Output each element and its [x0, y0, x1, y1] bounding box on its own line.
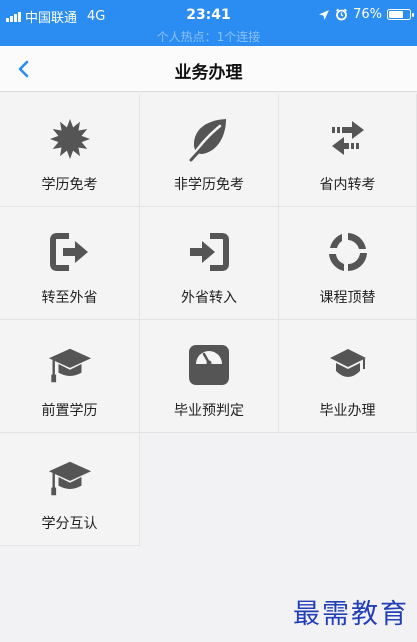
- service-label: 毕业办理: [319, 403, 376, 419]
- service-tile[interactable]: 省内转考: [279, 94, 417, 207]
- service-label: 学历免考: [41, 177, 98, 193]
- graduation-cap-shield-icon: [325, 342, 371, 388]
- empty-tile: [140, 433, 279, 546]
- graduation-cap-icon: [47, 455, 93, 501]
- location-icon: [319, 9, 330, 20]
- empty-tile: [279, 433, 417, 546]
- service-label: 毕业预判定: [174, 403, 244, 419]
- enter-icon: [186, 229, 232, 275]
- exit-icon: [47, 229, 93, 275]
- service-label: 省内转考: [319, 177, 376, 193]
- hotspot-text: 个人热点：1个连接: [156, 30, 261, 44]
- leaf-icon: [186, 116, 232, 162]
- service-label: 外省转入: [181, 290, 237, 306]
- service-label: 课程顶替: [319, 290, 376, 306]
- battery-percent: 76%: [353, 7, 382, 22]
- status-right: 76%: [318, 7, 414, 22]
- service-label: 转至外省: [41, 290, 98, 306]
- service-tile[interactable]: 毕业预判定: [140, 320, 279, 433]
- refresh-icon: [325, 229, 371, 275]
- service-tile[interactable]: 前置学历: [0, 320, 140, 433]
- swap-arrows-icon: [325, 116, 371, 162]
- service-label: 前置学历: [41, 403, 98, 419]
- service-label: 学分互认: [41, 516, 98, 532]
- service-tile[interactable]: 非学历免考: [140, 94, 279, 207]
- service-tile[interactable]: 学分互认: [0, 433, 140, 546]
- battery-icon: [387, 9, 414, 20]
- graduation-cap-icon: [47, 342, 93, 388]
- watermark: 最需教育: [293, 599, 409, 630]
- service-label: 非学历免考: [174, 177, 244, 193]
- service-tile[interactable]: 课程顶替: [279, 207, 417, 320]
- service-tile[interactable]: 转至外省: [0, 207, 140, 320]
- service-tile[interactable]: 毕业办理: [279, 320, 417, 433]
- page-title: 业务办理: [174, 63, 243, 83]
- scale-icon: [186, 342, 232, 388]
- service-grid: 学历免考 非学历免考 省内转考 转至外省 外省转入 课程顶替 前置学历 毕业预判…: [0, 94, 417, 546]
- alarm-icon: [336, 8, 348, 21]
- service-tile[interactable]: 外省转入: [140, 207, 279, 320]
- nav-bar: 业务办理: [0, 46, 417, 92]
- status-bar: 中国联通 4G 23:41 76% 个人热点：1个连接: [0, 0, 417, 46]
- starburst-icon: [47, 116, 93, 162]
- service-tile[interactable]: 学历免考: [0, 94, 140, 207]
